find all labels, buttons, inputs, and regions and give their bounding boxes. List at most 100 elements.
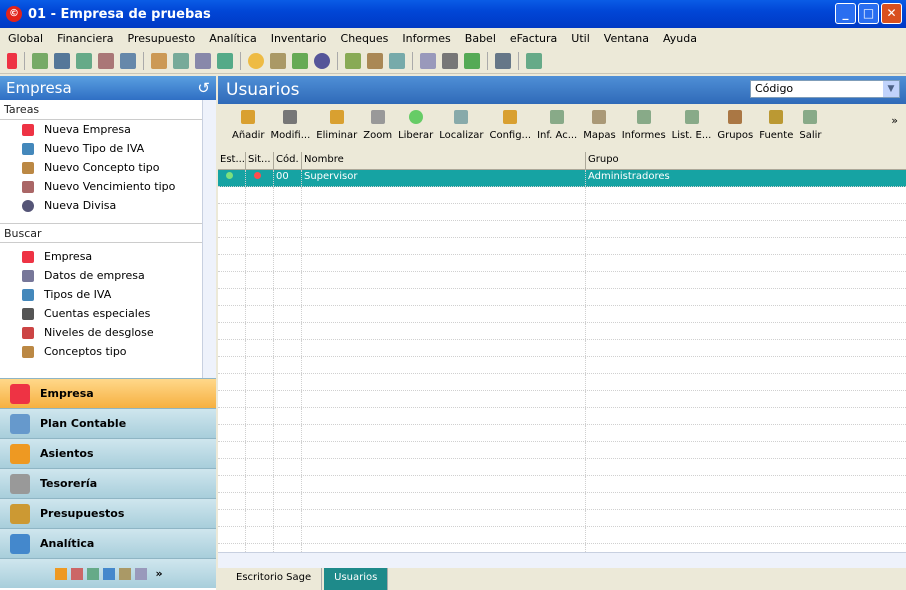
calc-tool-icon[interactable] <box>526 52 542 69</box>
user-tool-icon[interactable] <box>389 52 405 69</box>
main-toolbar <box>0 48 906 74</box>
add-button[interactable]: Añadir <box>232 110 265 141</box>
empty-table-row <box>218 187 906 204</box>
book-tool-icon[interactable] <box>195 52 211 69</box>
list-tool-icon[interactable] <box>151 52 167 69</box>
search-field-select[interactable]: Código ▼ <box>750 80 900 98</box>
groups-button[interactable]: Grupos <box>717 110 753 141</box>
task-nuevo-concepto[interactable]: Nuevo Concepto tipo <box>0 158 216 177</box>
doc-mini-icon[interactable] <box>119 567 132 580</box>
menu-analitica[interactable]: Analítica <box>209 32 257 45</box>
task-nuevo-tipo-iva[interactable]: Nuevo Tipo de IVA <box>0 139 216 158</box>
menu-inventario[interactable]: Inventario <box>271 32 327 45</box>
nav-analitica[interactable]: Analítica <box>0 528 216 558</box>
menu-efactura[interactable]: eFactura <box>510 32 557 45</box>
book2-tool-icon[interactable] <box>292 52 308 69</box>
grid-tool-icon[interactable] <box>495 52 511 69</box>
edit-tool-icon[interactable] <box>98 52 114 69</box>
menu-ventana[interactable]: Ventana <box>604 32 649 45</box>
page-tool-icon[interactable] <box>442 52 458 69</box>
collapse-icon[interactable]: ↺ <box>197 79 210 97</box>
empty-cell <box>302 527 586 543</box>
menu-cheques[interactable]: Cheques <box>341 32 389 45</box>
config-button[interactable]: Config... <box>489 110 531 141</box>
locate-button[interactable]: Localizar <box>439 110 483 141</box>
nav-empresa[interactable]: Empresa <box>0 378 216 408</box>
be-tool-icon[interactable] <box>120 52 136 69</box>
tareas-header[interactable]: Tareas <box>0 100 216 120</box>
money-tool-icon[interactable] <box>464 52 480 69</box>
bulb-tool-icon[interactable] <box>248 52 264 69</box>
entries-mini-icon[interactable] <box>55 567 68 580</box>
plan-tool-icon[interactable] <box>32 52 48 69</box>
delete-button[interactable]: Eliminar <box>316 110 357 141</box>
dh-tool-icon[interactable] <box>217 52 233 69</box>
nav-presupuestos[interactable]: Presupuestos <box>0 498 216 528</box>
release-button[interactable]: Liberar <box>398 110 433 141</box>
search-datos-empresa[interactable]: Datos de empresa <box>0 266 216 285</box>
network-mini-icon[interactable] <box>103 567 116 580</box>
menu-ayuda[interactable]: Ayuda <box>663 32 697 45</box>
doc-tool-icon[interactable] <box>173 52 189 69</box>
chart-tool-icon[interactable] <box>345 52 361 69</box>
tab-escritorio-sage[interactable]: Escritorio Sage <box>226 568 323 590</box>
col-grupo[interactable]: Grupo <box>586 152 904 169</box>
levels-icon <box>22 326 34 339</box>
nav-plan-contable[interactable]: Plan Contable <box>0 408 216 438</box>
horizontal-scrollbar[interactable] <box>218 552 906 568</box>
search-tipos-iva[interactable]: Tipos de IVA <box>0 285 216 304</box>
menu-global[interactable]: Global <box>8 32 43 45</box>
empty-table-row <box>218 442 906 459</box>
report-mini-icon[interactable] <box>87 567 100 580</box>
col-estado[interactable]: Est... <box>218 152 246 169</box>
table-row[interactable]: 00 Supervisor Administradores <box>218 170 906 187</box>
report-tool-icon[interactable] <box>367 52 383 69</box>
search-conceptos-tipo[interactable]: Conceptos tipo <box>0 342 216 361</box>
nav-tesoreria[interactable]: Tesorería <box>0 468 216 498</box>
toolbar-separator <box>412 51 413 70</box>
edit-mini-icon[interactable] <box>71 567 84 580</box>
left-scrollbar[interactable] <box>202 100 216 380</box>
sctr-tool-icon[interactable] <box>54 52 70 69</box>
menu-informes[interactable]: Informes <box>402 32 450 45</box>
exit-button[interactable]: Salir <box>799 110 822 141</box>
search-cuentas-especiales[interactable]: Cuentas especiales <box>0 304 216 323</box>
list-button[interactable]: List. E... <box>672 110 711 141</box>
toolbar-separator <box>337 51 338 70</box>
menu-util[interactable]: Util <box>571 32 589 45</box>
col-nombre[interactable]: Nombre <box>302 152 586 169</box>
font-button[interactable]: Fuente <box>759 110 793 141</box>
task-nueva-divisa[interactable]: Nueva Divisa <box>0 196 216 215</box>
toolbar-overflow-icon[interactable]: » <box>891 114 898 127</box>
col-codigo[interactable]: Cód. <box>274 152 302 169</box>
menu-babel[interactable]: Babel <box>465 32 496 45</box>
minimize-button[interactable]: _ <box>835 3 856 24</box>
close-button[interactable]: ✕ <box>881 3 902 24</box>
reports-button[interactable]: Informes <box>622 110 666 141</box>
window-tool-icon[interactable] <box>420 52 436 69</box>
asiento-tool-icon[interactable] <box>76 52 92 69</box>
buscar-header[interactable]: Buscar <box>0 223 216 243</box>
more-nav-icon[interactable]: » <box>155 567 162 580</box>
tab-usuarios[interactable]: Usuarios <box>324 568 389 590</box>
modify-button[interactable]: Modifi... <box>271 110 310 141</box>
task-nuevo-vencimiento[interactable]: Nuevo Vencimiento tipo <box>0 177 216 196</box>
chevron-down-icon[interactable]: ▼ <box>883 81 899 97</box>
search-niveles-desglose[interactable]: Niveles de desglose <box>0 323 216 342</box>
task-nueva-empresa[interactable]: Nueva Empresa <box>0 120 216 139</box>
activity-report-button[interactable]: Inf. Ac... <box>537 110 577 141</box>
maximize-button[interactable]: □ <box>858 3 879 24</box>
currency-tool-icon[interactable] <box>314 52 330 69</box>
nav-asientos[interactable]: Asientos <box>0 438 216 468</box>
bank-tool-icon[interactable] <box>270 52 286 69</box>
menu-financiera[interactable]: Financiera <box>57 32 113 45</box>
menu-presupuesto[interactable]: Presupuesto <box>128 32 196 45</box>
left-panel-title: Empresa <box>6 79 72 97</box>
search-empresa[interactable]: Empresa <box>0 247 216 266</box>
maps-button[interactable]: Mapas <box>583 110 616 141</box>
zoom-button[interactable]: Zoom <box>363 110 392 141</box>
grid-mini-icon[interactable] <box>135 567 148 580</box>
col-situacion[interactable]: Sit... <box>246 152 274 169</box>
empty-table-row <box>218 306 906 323</box>
empresa-tool-icon[interactable] <box>7 52 17 69</box>
